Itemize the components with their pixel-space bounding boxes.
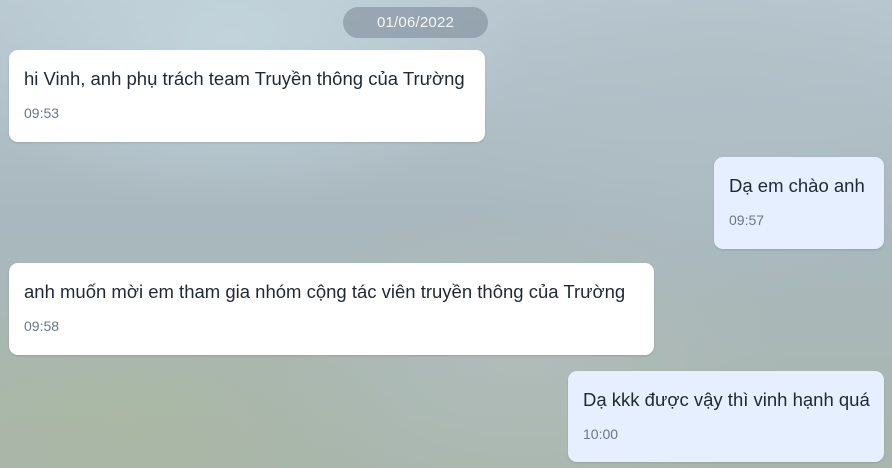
chat-history[interactable]: 01/06/2022 hi Vinh, anh phụ trách team T… [0,0,892,468]
message-text: Dạ em chào anh [729,175,865,196]
message-text: anh muốn mời em tham gia nhóm cộng tác v… [24,281,626,302]
date-separator: 01/06/2022 [343,7,488,38]
message-time: 10:00 [583,426,619,442]
message-time: 09:53 [24,105,60,121]
incoming-message[interactable]: anh muốn mời em tham gia nhóm cộng tác v… [9,263,654,355]
message-time: 09:57 [729,212,765,228]
message-time: 09:58 [24,318,60,334]
incoming-message[interactable]: hi Vinh, anh phụ trách team Truyền thông… [9,50,485,142]
message-text: Dạ kkk được vậy thì vinh hạnh quá [583,389,870,410]
outgoing-message[interactable]: Dạ kkk được vậy thì vinh hạnh quá 10:00 [568,371,884,462]
outgoing-message[interactable]: Dạ em chào anh 09:57 [714,157,884,249]
message-text: hi Vinh, anh phụ trách team Truyền thông… [24,68,465,89]
